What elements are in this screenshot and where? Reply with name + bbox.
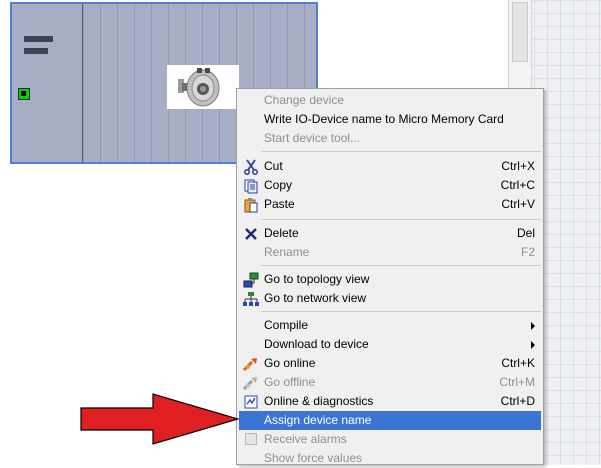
menu-item-shortcut: Del (516, 226, 535, 240)
network-view-icon (243, 292, 259, 306)
paste-icon (244, 198, 258, 213)
menu-item-delete[interactable]: Delete Del (239, 224, 541, 243)
menu-separator (261, 219, 541, 220)
go-offline-icon (243, 377, 257, 391)
menu-item-shortcut: Ctrl+D (500, 394, 535, 408)
menu-item-label: Compile (264, 318, 309, 332)
menu-item-copy[interactable]: Copy Ctrl+C (239, 176, 541, 195)
menu-item-label: Paste (264, 197, 295, 211)
menu-item-label: Go offline (264, 375, 316, 389)
menu-item-label: Go to network view (264, 291, 367, 305)
menu-item-label: Copy (264, 178, 293, 192)
menu-item-download-to-device[interactable]: Download to device (239, 335, 541, 354)
menu-item-label: Online & diagnostics (264, 394, 374, 408)
submenu-arrow-icon (531, 322, 535, 330)
menu-item-go-to-topology-view[interactable]: Go to topology view (239, 270, 541, 289)
menu-item-receive-alarms[interactable]: Receive alarms (239, 430, 541, 449)
go-online-icon (243, 358, 257, 372)
rack-module-bar (24, 48, 48, 54)
menu-item-rename[interactable]: Rename F2 (239, 243, 541, 262)
copy-icon (244, 179, 258, 194)
menu-item-shortcut: Ctrl+V (501, 197, 535, 211)
menu-item-go-online[interactable]: Go online Ctrl+K (239, 354, 541, 373)
menu-item-shortcut: Ctrl+C (500, 178, 535, 192)
menu-item-go-to-network-view[interactable]: Go to network view (239, 289, 541, 308)
menu-item-label: Assign device name (264, 413, 372, 427)
menu-item-cut[interactable]: Cut Ctrl+X (239, 157, 541, 176)
menu-item-label: Cut (264, 159, 283, 173)
menu-separator (261, 311, 541, 312)
menu-item-change-device[interactable]: Change device (239, 91, 541, 110)
menu-item-label: Change device (264, 93, 345, 107)
menu-item-label: Receive alarms (264, 432, 347, 446)
receive-alarms-checkbox[interactable] (245, 433, 257, 445)
menu-separator (261, 151, 541, 152)
scissors-icon (244, 159, 258, 175)
menu-item-write-io-device-name[interactable]: Write IO-Device name to Micro Memory Car… (239, 110, 541, 129)
scrollbar-thumb[interactable] (512, 2, 528, 62)
ethernet-port-icon[interactable] (18, 88, 30, 100)
menu-separator (261, 265, 541, 266)
menu-item-shortcut: Ctrl+X (501, 159, 535, 173)
menu-item-assign-device-name[interactable]: Assign device name (239, 411, 541, 430)
encoder-device-icon (178, 68, 220, 107)
menu-item-compile[interactable]: Compile (239, 316, 541, 335)
menu-item-start-device-tool[interactable]: Start device tool... (239, 129, 541, 148)
menu-item-paste[interactable]: Paste Ctrl+V (239, 195, 541, 214)
topology-view-icon (243, 272, 259, 288)
delete-x-icon (245, 228, 257, 240)
menu-item-shortcut: F2 (520, 245, 535, 259)
menu-item-label: Go online (264, 356, 316, 370)
menu-item-label: Delete (264, 226, 299, 240)
menu-item-label: Show force values (264, 451, 363, 465)
menu-item-label: Start device tool... (264, 131, 361, 145)
menu-item-go-offline[interactable]: Go offline Ctrl+M (239, 373, 541, 392)
red-arrow-pointer (80, 393, 240, 445)
menu-item-online-diagnostics[interactable]: Online & diagnostics Ctrl+D (239, 392, 541, 411)
encoder-device-image[interactable] (167, 65, 239, 109)
menu-item-label: Write IO-Device name to Micro Memory Car… (264, 112, 504, 126)
menu-item-shortcut: Ctrl+K (501, 356, 535, 370)
online-diagnostics-icon (244, 395, 258, 409)
menu-item-label: Rename (264, 245, 310, 259)
menu-item-label: Go to topology view (264, 272, 370, 286)
menu-item-label: Download to device (264, 337, 369, 351)
submenu-arrow-icon (531, 341, 535, 349)
context-menu: Change device Write IO-Device name to Mi… (236, 88, 544, 465)
menu-item-shortcut: Ctrl+M (499, 375, 535, 389)
menu-item-show-force-values[interactable]: Show force values (239, 449, 541, 468)
rack-module-bar (24, 36, 53, 42)
